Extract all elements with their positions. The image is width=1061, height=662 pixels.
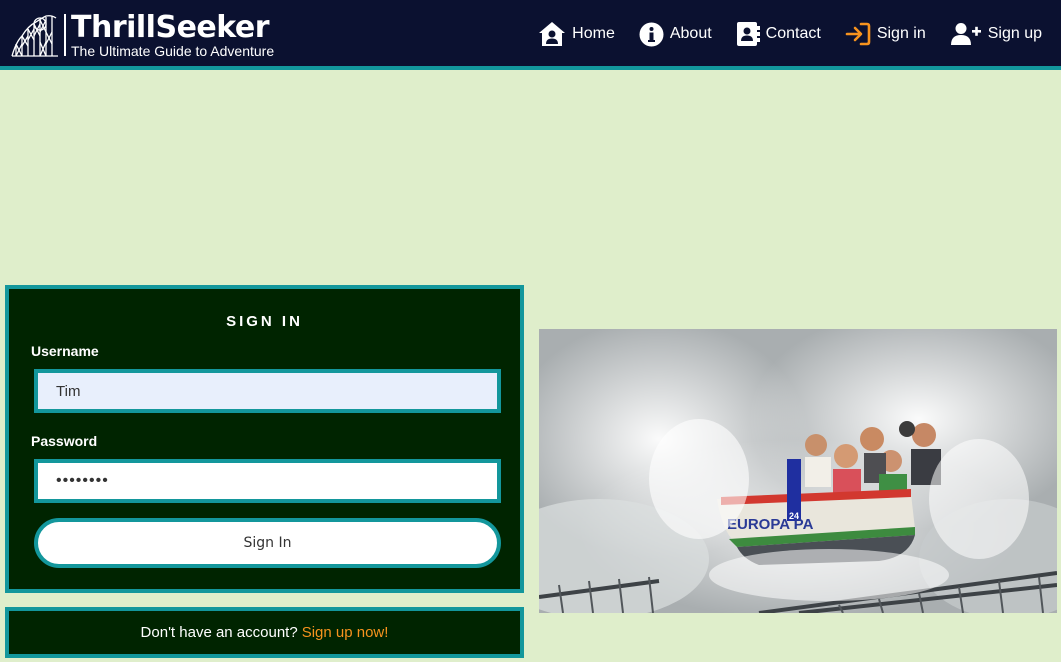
boat-number: 24 [789, 511, 799, 521]
user-plus-icon [950, 23, 981, 45]
nav-signin-label: Sign in [876, 25, 926, 42]
signin-card: SIGN IN Username Password Sign In [5, 285, 524, 593]
password-label: Password [31, 433, 98, 449]
signup-prompt: Don't have an account? [140, 624, 298, 641]
nav-contact-label: Contact [765, 25, 821, 42]
signin-title: SIGN IN [226, 313, 303, 330]
navbar: ThrillSeeker The Ultimate Guide to Adven… [0, 0, 1061, 70]
nav-about-link[interactable]: About [639, 19, 712, 49]
brand-tagline: The Ultimate Guide to Adventure [71, 42, 275, 59]
info-circle-icon [639, 22, 664, 46]
username-input[interactable] [34, 369, 501, 413]
nav-signup-label: Sign up [987, 25, 1042, 42]
nav-contact-link[interactable]: Contact [736, 19, 821, 49]
hero-photo: EUROPA PA 24 [539, 329, 1057, 613]
username-label: Username [31, 343, 99, 359]
signup-card: Don't have an account? Sign up now! [5, 607, 524, 658]
brand-divider [64, 14, 66, 56]
signin-button[interactable]: Sign In [34, 518, 501, 568]
home-user-icon [539, 22, 566, 46]
nav-signup-link[interactable]: Sign up [950, 19, 1042, 49]
password-input[interactable] [34, 459, 501, 503]
brand-text: ThrillSeeker The Ultimate Guide to Adven… [71, 9, 275, 59]
sign-in-arrow-icon [845, 22, 871, 46]
log-flume-splash-image: EUROPA PA 24 [539, 329, 1057, 613]
nav-home-link[interactable]: Home [538, 19, 615, 49]
nav-about-label: About [669, 25, 712, 42]
roller-coaster-logo-icon [11, 15, 58, 57]
signup-link[interactable]: Sign up now! [302, 624, 389, 641]
brand[interactable]: ThrillSeeker The Ultimate Guide to Adven… [10, 10, 274, 60]
address-book-icon [736, 22, 760, 46]
boat-text: EUROPA PA [727, 516, 814, 533]
nav-signin-link[interactable]: Sign in [845, 19, 926, 49]
nav-links: Home About Contact Sign in Sign up [514, 19, 1042, 49]
brand-title: ThrillSeeker [71, 9, 270, 45]
nav-home-label: Home [572, 25, 615, 42]
